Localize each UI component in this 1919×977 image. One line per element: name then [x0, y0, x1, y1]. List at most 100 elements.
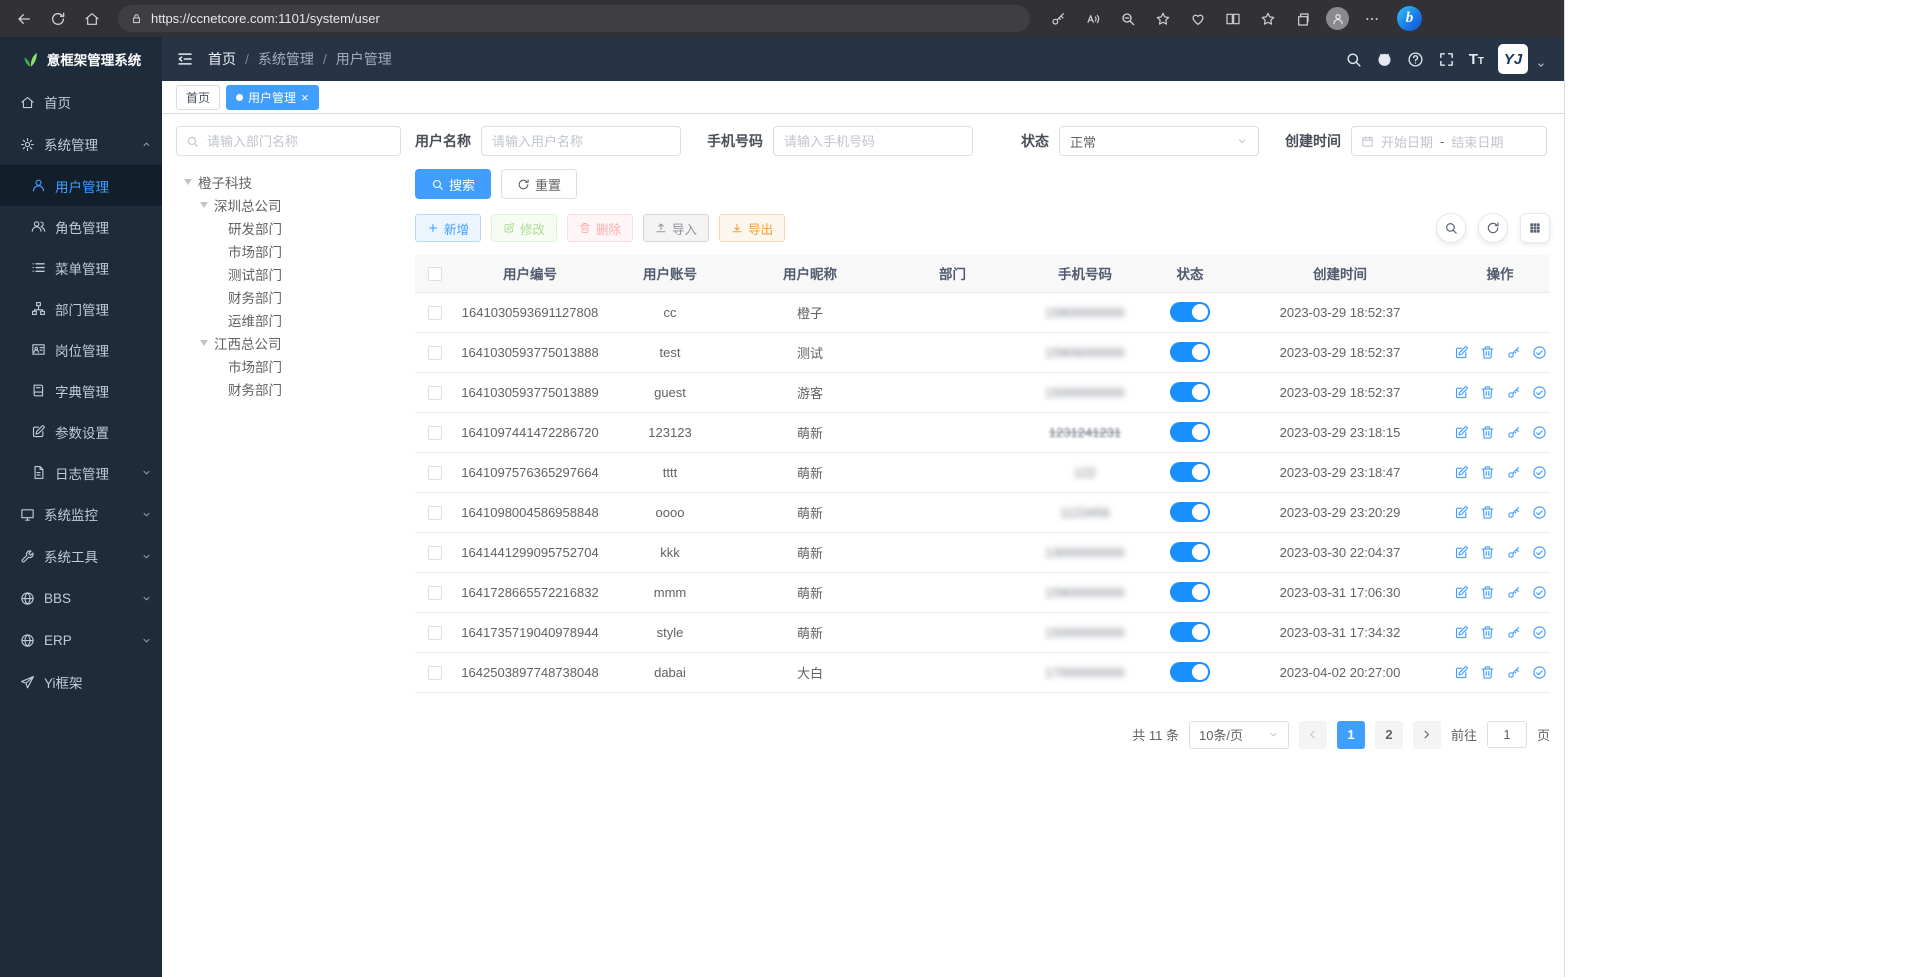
tab-home[interactable]: 首页 — [176, 85, 220, 110]
refresh-table-button[interactable] — [1478, 213, 1508, 243]
row-checkbox[interactable] — [428, 306, 442, 320]
status-toggle[interactable] — [1170, 342, 1210, 362]
sidebar-item-post-management[interactable]: 岗位管理 — [0, 329, 162, 370]
status-toggle[interactable] — [1170, 542, 1210, 562]
bing-copilot-button[interactable]: b — [1397, 6, 1422, 31]
prev-page-button[interactable] — [1299, 721, 1327, 749]
font-size-icon[interactable]: TT — [1469, 52, 1484, 67]
delete-icon[interactable] — [1480, 385, 1495, 400]
status-toggle[interactable] — [1170, 462, 1210, 482]
edit-icon[interactable] — [1454, 385, 1469, 400]
sidebar-item-system-management[interactable]: 系统管理 — [0, 123, 162, 165]
row-checkbox[interactable] — [428, 546, 442, 560]
reset-password-icon[interactable] — [1506, 505, 1521, 520]
date-range-picker[interactable]: 开始日期 - 结束日期 — [1351, 126, 1547, 156]
row-checkbox[interactable] — [428, 426, 442, 440]
zoom-button[interactable] — [1112, 5, 1144, 33]
select-all-checkbox[interactable] — [428, 267, 442, 281]
delete-icon[interactable] — [1480, 465, 1495, 480]
fullscreen-icon[interactable] — [1438, 51, 1455, 68]
row-checkbox[interactable] — [428, 466, 442, 480]
sidebar-item-erp[interactable]: ERP — [0, 619, 162, 661]
assign-role-icon[interactable] — [1532, 385, 1547, 400]
edit-icon[interactable] — [1454, 585, 1469, 600]
tree-node[interactable]: 市场部门 — [176, 354, 401, 377]
delete-icon[interactable] — [1480, 345, 1495, 360]
department-search-input[interactable] — [205, 133, 391, 150]
reset-password-icon[interactable] — [1506, 385, 1521, 400]
delete-button[interactable]: 删除 — [567, 214, 633, 242]
password-key-button[interactable] — [1042, 5, 1074, 33]
status-select[interactable]: 正常 — [1059, 126, 1259, 156]
next-page-button[interactable] — [1413, 721, 1441, 749]
sidebar-item-role-management[interactable]: 角色管理 — [0, 206, 162, 247]
collections-button[interactable] — [1287, 5, 1319, 33]
read-aloud-button[interactable] — [1077, 5, 1109, 33]
row-checkbox[interactable] — [428, 386, 442, 400]
reset-password-icon[interactable] — [1506, 625, 1521, 640]
assign-role-icon[interactable] — [1532, 625, 1547, 640]
assign-role-icon[interactable] — [1532, 345, 1547, 360]
tree-node[interactable]: 江西总公司 — [176, 331, 401, 354]
sidebar-item-menu-management[interactable]: 菜单管理 — [0, 247, 162, 288]
row-checkbox[interactable] — [428, 586, 442, 600]
address-bar[interactable]: https://ccnetcore.com:1101/system/user — [118, 5, 1030, 32]
github-icon[interactable] — [1376, 51, 1393, 68]
user-avatar[interactable]: YJ — [1498, 44, 1528, 74]
status-toggle[interactable] — [1170, 662, 1210, 682]
assign-role-icon[interactable] — [1532, 505, 1547, 520]
delete-icon[interactable] — [1480, 505, 1495, 520]
back-button[interactable] — [8, 5, 40, 33]
page-button-1[interactable]: 1 — [1337, 721, 1365, 749]
delete-icon[interactable] — [1480, 625, 1495, 640]
split-screen-button[interactable] — [1217, 5, 1249, 33]
tree-node[interactable]: 财务部门 — [176, 377, 401, 400]
edit-icon[interactable] — [1454, 345, 1469, 360]
refresh-button[interactable] — [42, 5, 74, 33]
tree-node[interactable]: 测试部门 — [176, 262, 401, 285]
reset-password-icon[interactable] — [1506, 665, 1521, 680]
delete-icon[interactable] — [1480, 425, 1495, 440]
phone-input[interactable] — [773, 126, 973, 156]
reset-password-icon[interactable] — [1506, 345, 1521, 360]
columns-button[interactable] — [1520, 213, 1550, 243]
edit-icon[interactable] — [1454, 545, 1469, 560]
app-logo[interactable]: 意框架管理系统 — [0, 37, 162, 81]
close-icon[interactable]: × — [301, 91, 309, 104]
assign-role-icon[interactable] — [1532, 665, 1547, 680]
delete-icon[interactable] — [1480, 665, 1495, 680]
status-toggle[interactable] — [1170, 622, 1210, 642]
export-button[interactable]: 导出 — [719, 214, 785, 242]
status-toggle[interactable] — [1170, 502, 1210, 522]
status-toggle[interactable] — [1170, 422, 1210, 442]
add-favorite-button[interactable] — [1147, 5, 1179, 33]
tree-node[interactable]: 财务部门 — [176, 285, 401, 308]
reset-button[interactable]: 重置 — [501, 169, 577, 199]
edit-icon[interactable] — [1454, 505, 1469, 520]
sidebar-item-user-management[interactable]: 用户管理 — [0, 165, 162, 206]
sidebar-item-bbs[interactable]: BBS — [0, 577, 162, 619]
sidebar-item-system-monitor[interactable]: 系统监控 — [0, 493, 162, 535]
department-search[interactable] — [176, 126, 401, 156]
assign-role-icon[interactable] — [1532, 425, 1547, 440]
edit-icon[interactable] — [1454, 625, 1469, 640]
toggle-search-button[interactable] — [1436, 213, 1466, 243]
status-toggle[interactable] — [1170, 302, 1210, 322]
sidebar-item-param-settings[interactable]: 参数设置 — [0, 411, 162, 452]
reset-password-icon[interactable] — [1506, 425, 1521, 440]
username-input[interactable] — [481, 126, 681, 156]
breadcrumb-home[interactable]: 首页 — [208, 49, 236, 69]
search-icon[interactable] — [1345, 51, 1362, 68]
reset-password-icon[interactable] — [1506, 545, 1521, 560]
caret-down-icon[interactable] — [184, 179, 192, 185]
row-checkbox[interactable] — [428, 626, 442, 640]
add-button[interactable]: 新增 — [415, 214, 481, 242]
browser-essentials-button[interactable] — [1182, 5, 1214, 33]
sidebar-item-yi-framework[interactable]: Yi框架 — [0, 661, 162, 703]
tree-node[interactable]: 市场部门 — [176, 239, 401, 262]
page-button-2[interactable]: 2 — [1375, 721, 1403, 749]
delete-icon[interactable] — [1480, 585, 1495, 600]
assign-role-icon[interactable] — [1532, 585, 1547, 600]
assign-role-icon[interactable] — [1532, 465, 1547, 480]
jump-page-input[interactable] — [1487, 721, 1527, 748]
